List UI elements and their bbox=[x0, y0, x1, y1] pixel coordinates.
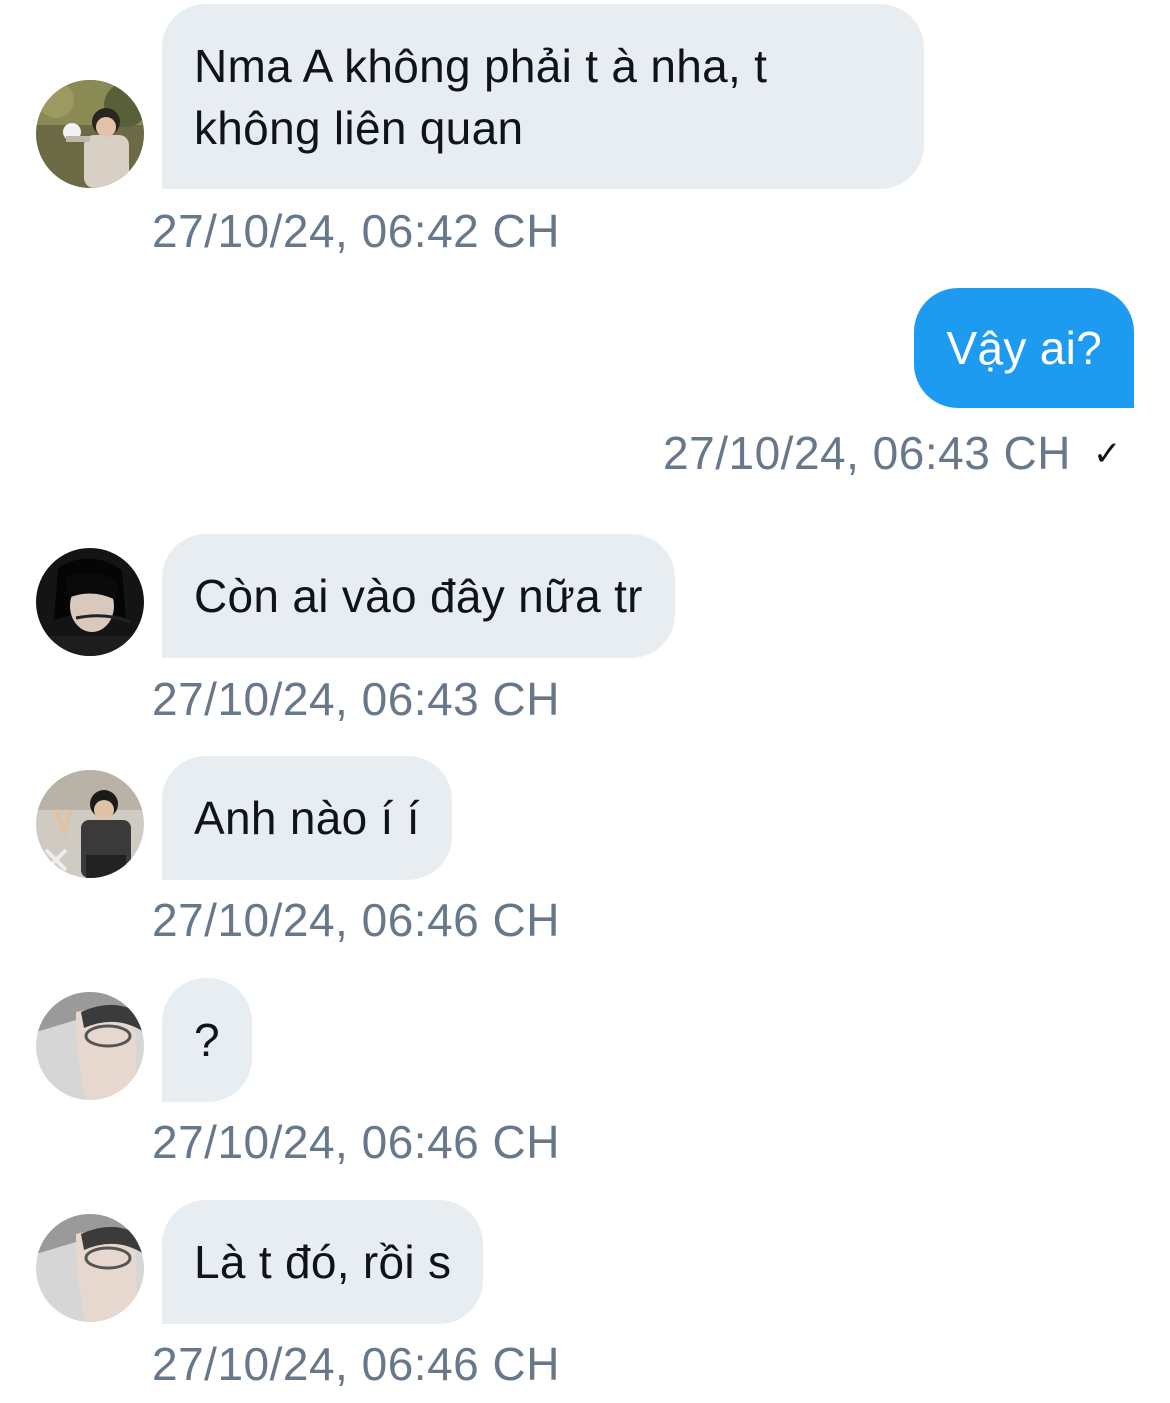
message-text: Là t đó, rồi s bbox=[194, 1236, 452, 1288]
avatar[interactable] bbox=[36, 80, 144, 188]
message-bubble[interactable]: Vậy ai? bbox=[914, 288, 1134, 408]
message-timestamp: 27/10/24, 06:46 CH bbox=[152, 1338, 560, 1390]
message-text: Vậy ai? bbox=[946, 322, 1102, 374]
message-text: Nma A không phải t à nha, t không liên q… bbox=[194, 40, 768, 154]
check-icon: ✓ bbox=[1093, 435, 1122, 473]
message-timestamp: 27/10/24, 06:46 CH bbox=[152, 894, 560, 946]
avatar[interactable] bbox=[36, 548, 144, 656]
message-text: Anh nào í í bbox=[194, 792, 420, 844]
message-bubble[interactable]: Anh nào í í bbox=[162, 756, 452, 880]
message-bubble[interactable]: Là t đó, rồi s bbox=[162, 1200, 484, 1324]
avatar[interactable] bbox=[36, 992, 144, 1100]
avatar-photo-icon bbox=[36, 992, 144, 1100]
message-bubble[interactable]: Nma A không phải t à nha, t không liên q… bbox=[162, 4, 924, 189]
message-timestamp: 27/10/24, 06:42 CH bbox=[152, 205, 560, 257]
avatar-photo-icon bbox=[36, 770, 144, 878]
message-timestamp: 27/10/24, 06:46 CH bbox=[152, 1116, 560, 1168]
message-bubble[interactable]: Còn ai vào đây nữa tr bbox=[162, 534, 675, 658]
message-text: ? bbox=[194, 1014, 220, 1066]
message-timestamp-row: 27/10/24, 06:43 CH ✓ bbox=[663, 426, 1122, 481]
message-bubble[interactable]: ? bbox=[162, 978, 252, 1102]
avatar-photo-icon bbox=[36, 1214, 144, 1322]
message-text: Còn ai vào đây nữa tr bbox=[194, 570, 643, 622]
message-timestamp: 27/10/24, 06:43 CH bbox=[663, 427, 1071, 479]
avatar-photo-icon bbox=[36, 80, 144, 188]
avatar-photo-icon bbox=[36, 548, 144, 656]
avatar[interactable] bbox=[36, 1214, 144, 1322]
message-timestamp: 27/10/24, 06:43 CH bbox=[152, 673, 560, 725]
avatar[interactable] bbox=[36, 770, 144, 878]
